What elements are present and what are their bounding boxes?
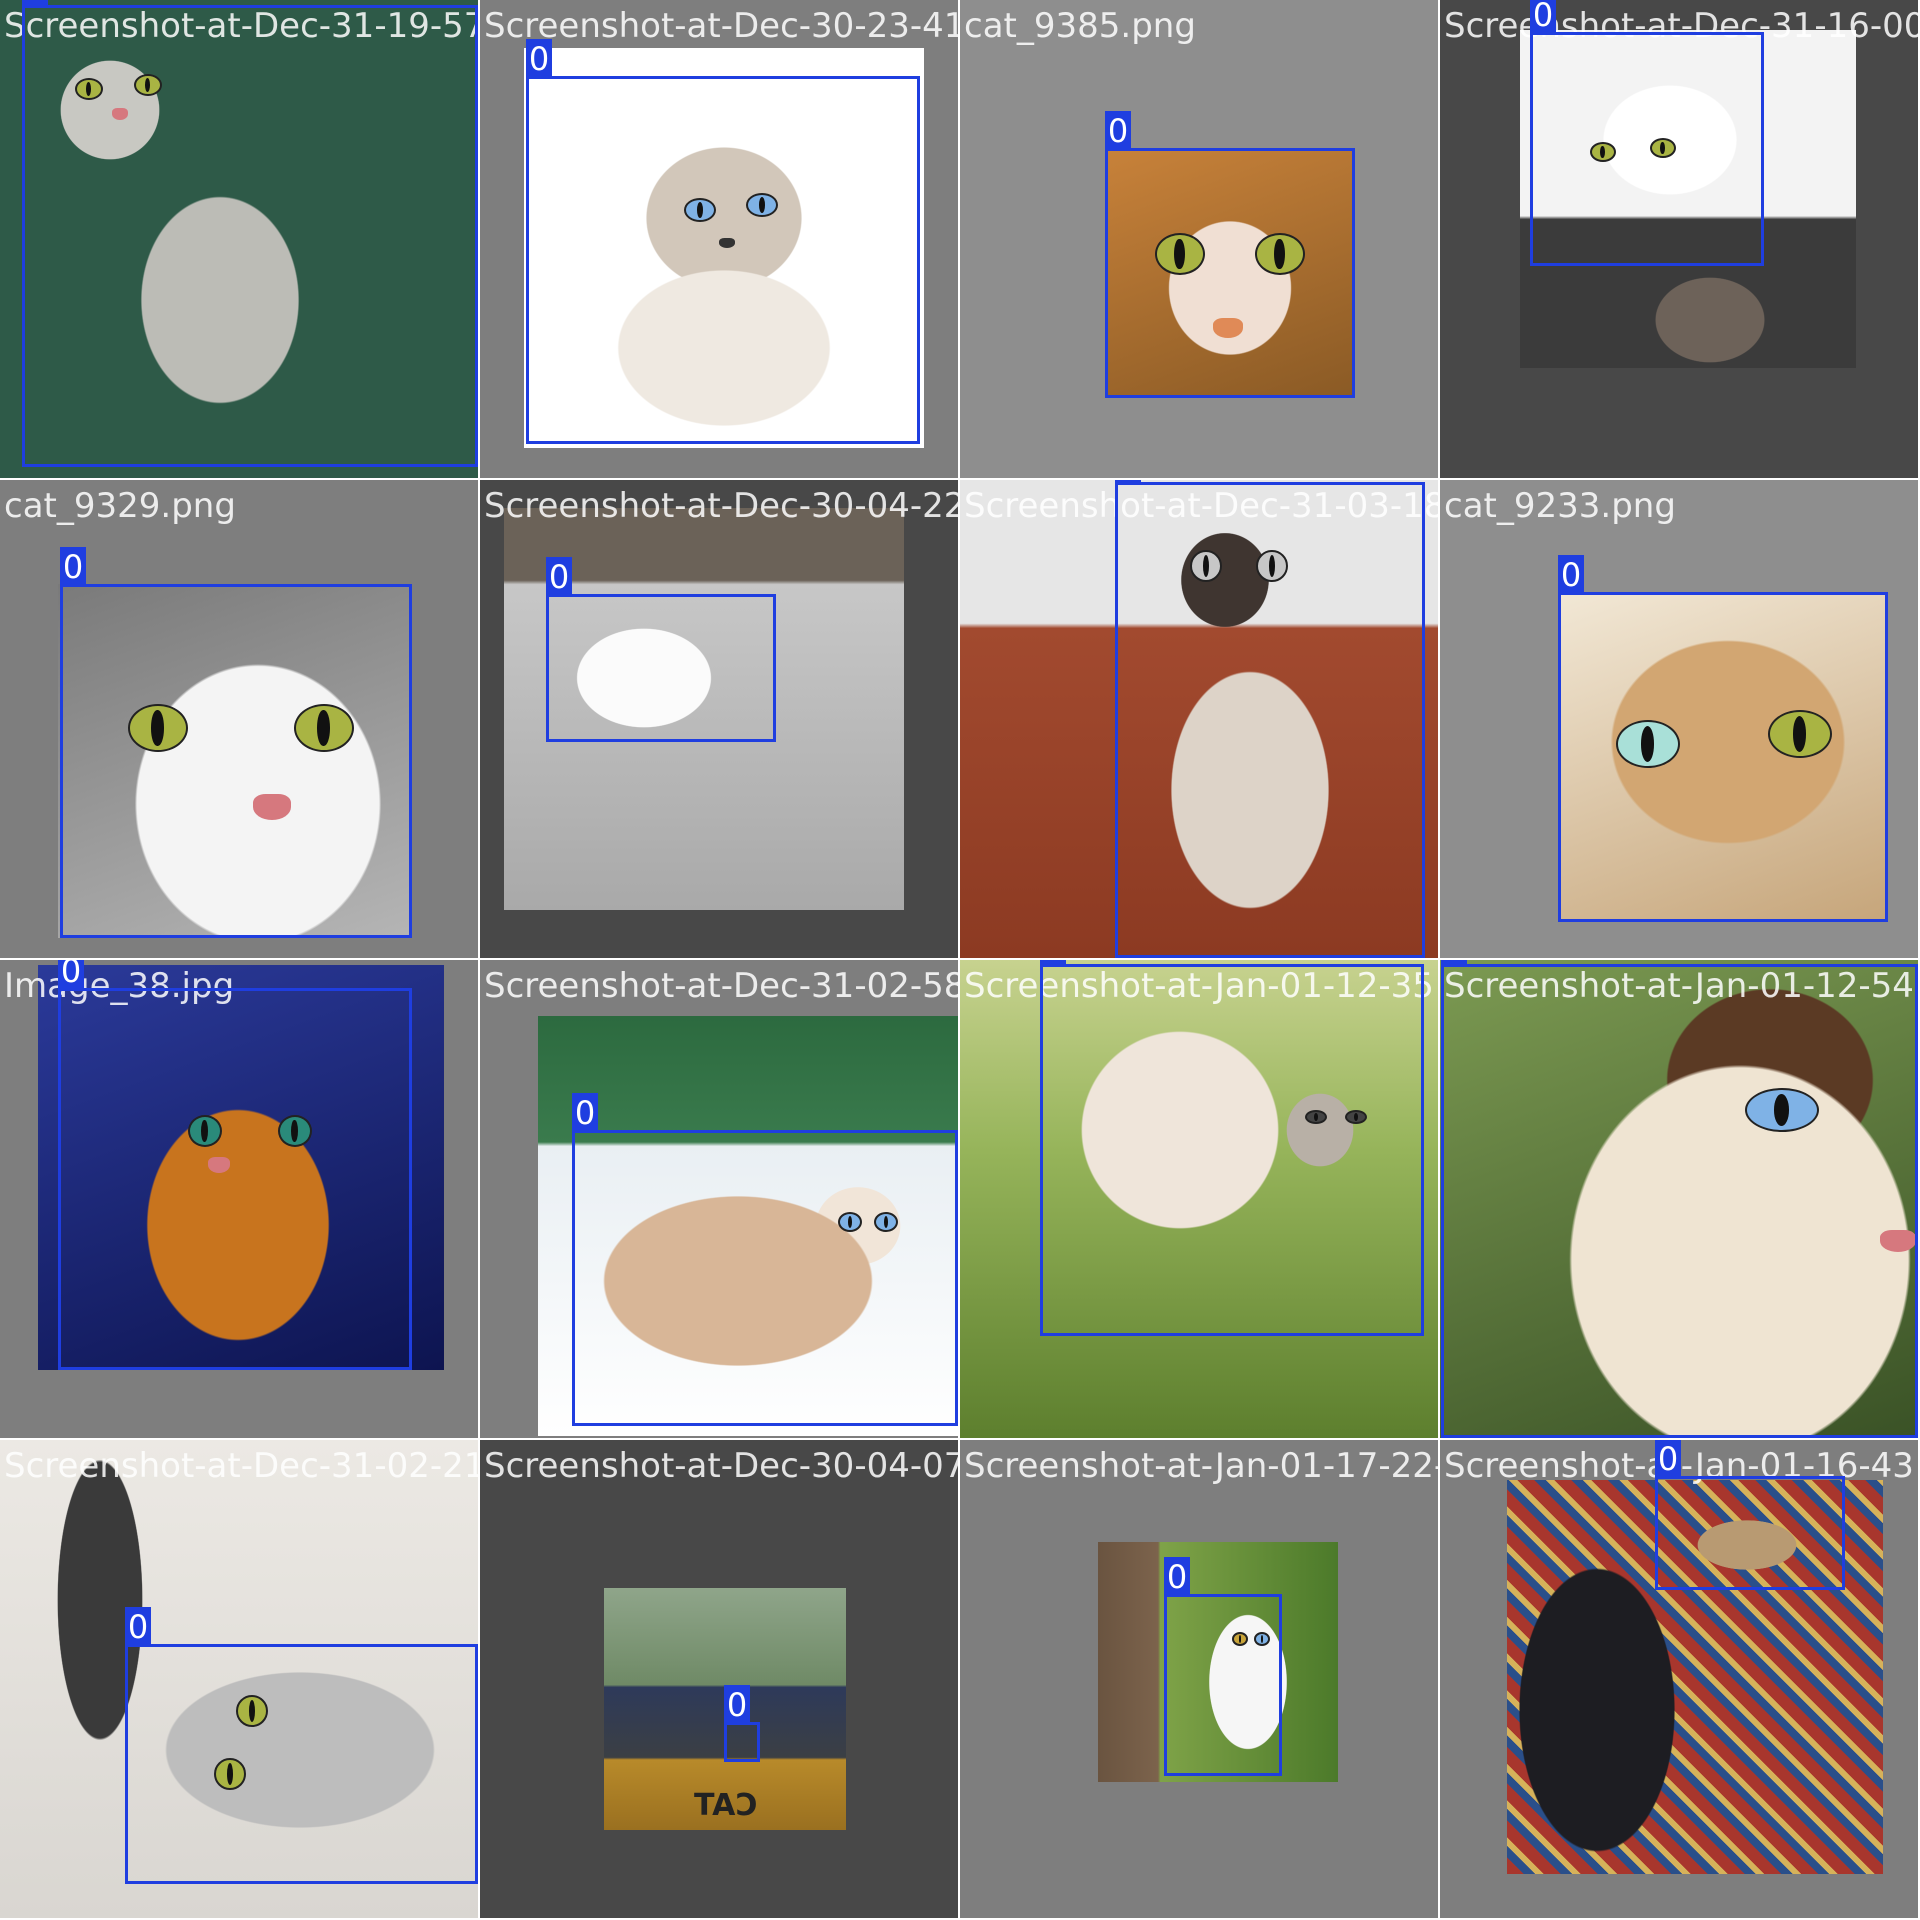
tile-5: cat_9329.png 0	[0, 480, 478, 958]
class-label: 0	[572, 1093, 598, 1133]
class-label: 0	[1558, 555, 1584, 595]
image-filename: cat_9385.png	[964, 6, 1196, 46]
image-filename: cat_9233.png	[1444, 486, 1676, 526]
detection-box: 0	[526, 39, 920, 444]
tile-3: cat_9385.png 0	[960, 0, 1438, 478]
detection-box: 0	[1115, 480, 1425, 958]
tile-9: Image_38.jpg 0	[0, 960, 478, 1438]
class-label: 0	[1105, 111, 1131, 151]
detection-box: 0	[1558, 555, 1888, 922]
class-label: 0	[60, 547, 86, 587]
detection-box: 0	[1655, 1440, 1845, 1590]
class-label: 0	[22, 0, 48, 8]
detection-box: 0	[22, 0, 478, 467]
image-mosaic: Screenshot-at-Dec-31-19-57-10 0 Screensh…	[0, 0, 1920, 1920]
image-filename: Screenshot-at-Dec-31-02-58-51	[484, 966, 958, 1006]
detection-box: 0	[1441, 960, 1918, 1438]
tile-4: Screenshot-at-Dec-31-16-00 0	[1440, 0, 1918, 478]
detection-box: 0	[1164, 1557, 1282, 1776]
cat-logo-sign: CAT	[694, 1788, 758, 1823]
tile-14: CAT Screenshot-at-Dec-30-04-07-38 0	[480, 1440, 958, 1918]
detection-box: 0	[1105, 111, 1355, 398]
detection-box: 0	[60, 547, 412, 938]
detection-box: 0	[1530, 0, 1764, 266]
detection-box: 0	[1040, 960, 1424, 1336]
class-label: 0	[526, 39, 552, 79]
tile-13: Screenshot-at-Dec-31-02-21-43 0	[0, 1440, 478, 1918]
image-filename: Screenshot-at-Dec-30-04-07-38	[484, 1446, 958, 1486]
class-label: 0	[1164, 1557, 1190, 1597]
image-filename: cat_9329.png	[4, 486, 236, 526]
tile-8: cat_9233.png 0	[1440, 480, 1918, 958]
image-filename: Screenshot-at-Jan-01-17-22-14	[964, 1446, 1438, 1486]
detection-box: 0	[724, 1685, 760, 1762]
tile-16: Screenshot-at-Jan-01-16-43 0	[1440, 1440, 1918, 1918]
tile-15: Screenshot-at-Jan-01-17-22-14 0	[960, 1440, 1438, 1918]
tile-7: Screenshot-at-Dec-31-03-18-07 0	[960, 480, 1438, 958]
class-label: 0	[1441, 960, 1467, 967]
class-label: 0	[1530, 0, 1556, 35]
tile-6: Screenshot-at-Dec-30-04-22-56 0	[480, 480, 958, 958]
class-label: 0	[1115, 480, 1141, 485]
class-label: 0	[58, 960, 84, 991]
tile-2: Screenshot-at-Dec-30-23-41-45_png.rf.c 0	[480, 0, 958, 478]
class-label: 0	[125, 1607, 151, 1647]
class-label: 0	[1655, 1440, 1681, 1479]
detection-box: 0	[58, 960, 412, 1370]
tile-10: Screenshot-at-Dec-31-02-58-51 0	[480, 960, 958, 1438]
class-label: 0	[724, 1685, 750, 1725]
tile-1: Screenshot-at-Dec-31-19-57-10 0	[0, 0, 478, 478]
class-label: 0	[1040, 960, 1066, 967]
class-label: 0	[546, 557, 572, 597]
image-filename: Screenshot-at-Dec-30-23-41-45_png.rf.c	[484, 6, 958, 46]
tile-12: Screenshot-at-Jan-01-12-54 0	[1440, 960, 1918, 1438]
detection-box: 0	[125, 1607, 478, 1884]
detection-box: 0	[572, 1093, 958, 1426]
tile-11: Screenshot-at-Jan-01-12-35 0	[960, 960, 1438, 1438]
detection-box: 0	[546, 557, 776, 742]
